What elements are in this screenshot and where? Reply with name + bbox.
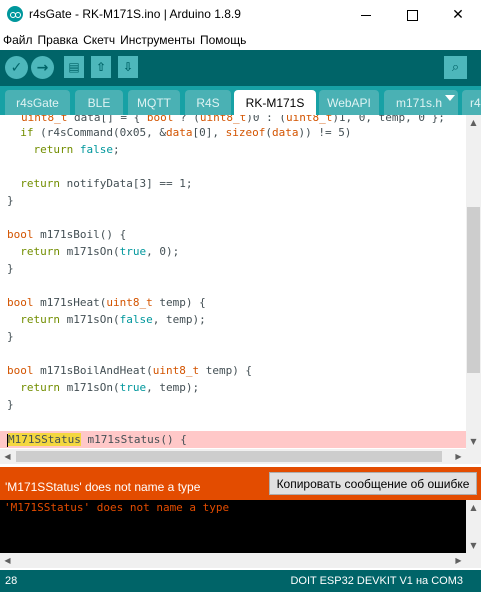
scroll-right-icon[interactable]: ▶ (451, 449, 466, 464)
scroll-down-icon[interactable]: ▼ (466, 538, 481, 553)
tab-webapi[interactable]: WebAPI (319, 90, 379, 115)
scroll-thumb[interactable] (467, 207, 480, 373)
menu-help[interactable]: Помощь (200, 33, 250, 47)
code-line-error: M171SStatus m171sStatus() { (7, 433, 187, 447)
code-line: bool m171sBoil() { (7, 228, 127, 241)
tab-ble[interactable]: BLE (75, 90, 123, 115)
save-sketch-button[interactable]: ⇩ (118, 56, 138, 78)
tab-r4sgate[interactable]: r4sGate (5, 90, 70, 115)
verify-button[interactable]: ✓ (5, 56, 28, 79)
arduino-logo-icon (7, 6, 23, 22)
minimize-button[interactable] (343, 0, 389, 30)
menu-edit[interactable]: Правка (38, 33, 83, 47)
scrollbar-corner (466, 553, 481, 568)
code-line: return m171sOn(false, temp); (20, 313, 206, 326)
menu-sketch[interactable]: Скетч (83, 33, 119, 47)
window-title: r4sGate - RK-M171S.ino | Arduino 1.8.9 (29, 7, 241, 21)
code-line: if (r4sCommand(0x05, &data[0], sizeof(da… (20, 126, 352, 139)
code-line: return m171sOn(true, 0); (20, 245, 180, 258)
console-line: 'M171SStatus' does not name a type (4, 501, 230, 514)
scroll-right-icon[interactable]: ▶ (451, 553, 466, 568)
code-line: } (7, 398, 14, 411)
code-line: } (7, 330, 14, 343)
scrollbar-corner (466, 449, 481, 464)
scroll-thumb[interactable] (16, 451, 442, 462)
tab-mqtt[interactable]: MQTT (128, 90, 180, 115)
tab-r4s[interactable]: R4S (185, 90, 231, 115)
open-sketch-button[interactable]: ⇧ (91, 56, 111, 78)
code-line: } (7, 194, 14, 207)
tab-r4[interactable]: r4 (462, 90, 481, 115)
upload-button[interactable]: → (31, 56, 54, 79)
serial-monitor-button[interactable]: ⌕ (444, 56, 467, 79)
new-sketch-button[interactable]: ▤ (64, 56, 84, 78)
console-output[interactable]: 'M171SStatus' does not name a type (0, 500, 466, 553)
code-line: return false; (33, 143, 120, 156)
scroll-left-icon[interactable]: ◀ (0, 553, 15, 568)
console-horizontal-scrollbar[interactable]: ◀ ▶ (0, 553, 466, 568)
code-line: } (7, 262, 14, 275)
tab-m171s-h[interactable]: m171s.h (384, 90, 458, 115)
code-line: return notifyData[3] == 1; (20, 177, 193, 190)
status-bar: 28 DOIT ESP32 DEVKIT V1 на COM3 (0, 570, 481, 592)
tab-rk-m171s[interactable]: RK-M171S (234, 90, 316, 115)
title-bar: r4sGate - RK-M171S.ino | Arduino 1.8.9 ✕ (0, 0, 481, 30)
copy-error-button[interactable]: Копировать сообщение об ошибке (269, 472, 477, 495)
maximize-button[interactable] (389, 0, 435, 30)
scroll-down-icon[interactable]: ▼ (466, 434, 481, 449)
editor-horizontal-scrollbar[interactable]: ◀ ▶ (0, 449, 466, 464)
error-bar: 'M171SStatus' does not name a type Копир… (0, 467, 481, 500)
toolbar: ✓ → ▤ ⇧ ⇩ ⌕ (0, 50, 481, 86)
scroll-up-icon[interactable]: ▲ (466, 500, 481, 515)
editor-vertical-scrollbar[interactable]: ▲ ▼ (466, 115, 481, 449)
code-editor[interactable]: uint8_t data[] = { bool ? (uint8_t)0 : (… (0, 115, 466, 449)
code-line: return m171sOn(true, temp); (20, 381, 200, 394)
board-info: DOIT ESP32 DEVKIT V1 на COM3 (290, 575, 463, 587)
menu-bar: Файл Правка Скетч Инструменты Помощь (0, 30, 481, 50)
error-message: 'M171SStatus' does not name a type (5, 480, 201, 494)
code-line: bool m171sHeat(uint8_t temp) { (7, 296, 206, 309)
tab-bar: r4sGate BLE MQTT R4S RK-M171S WebAPI m17… (0, 86, 481, 115)
scroll-left-icon[interactable]: ◀ (0, 449, 15, 464)
line-number: 28 (5, 575, 18, 587)
scroll-up-icon[interactable]: ▲ (466, 115, 481, 130)
console-vertical-scrollbar[interactable]: ▲ ▼ (466, 500, 481, 553)
tab-menu-arrow-icon[interactable] (445, 95, 455, 101)
menu-tools[interactable]: Инструменты (120, 33, 199, 47)
close-button[interactable]: ✕ (435, 0, 481, 30)
menu-file[interactable]: Файл (3, 33, 37, 47)
code-line: bool m171sBoilAndHeat(uint8_t temp) { (7, 364, 253, 377)
